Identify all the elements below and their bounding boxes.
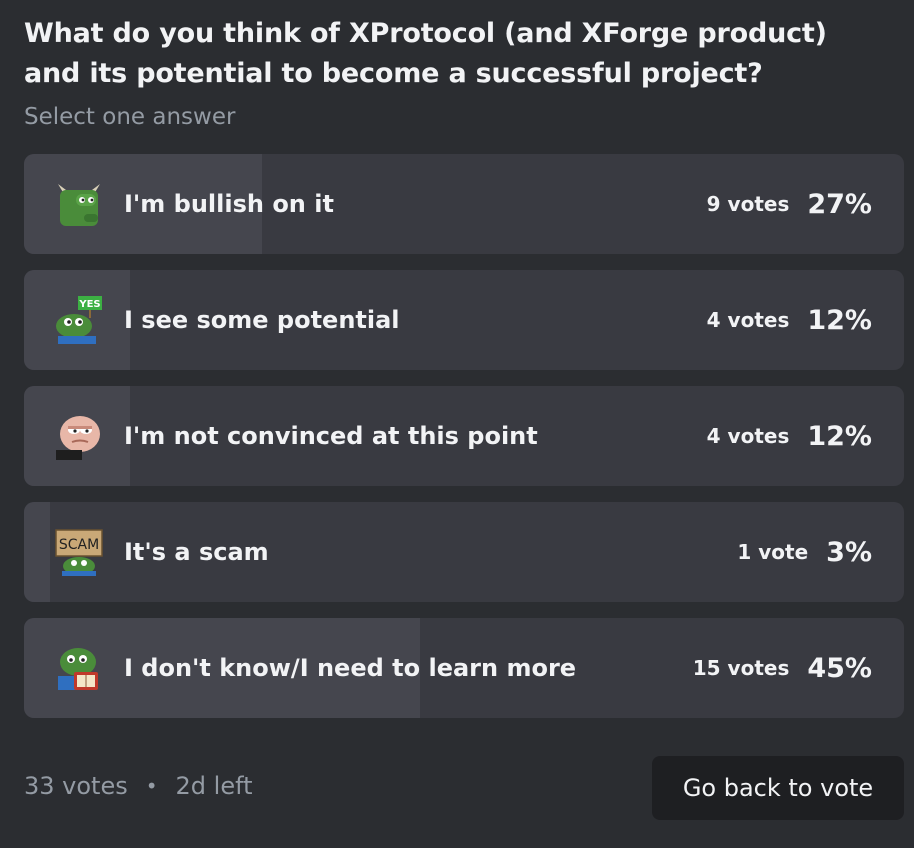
answer-stats: 1 vote 3% bbox=[737, 502, 872, 602]
answer-vote-count: 1 vote bbox=[737, 540, 809, 564]
answer-vote-count: 4 votes bbox=[706, 424, 790, 448]
go-back-to-vote-button[interactable]: Go back to vote bbox=[652, 756, 904, 820]
poll-card: What do you think of XProtocol (and XFor… bbox=[0, 0, 914, 848]
poll-answer-need-to-learn[interactable]: I don't know/I need to learn more 15 vot… bbox=[24, 618, 904, 718]
answer-vote-count: 4 votes bbox=[706, 308, 790, 332]
answer-percent: 27% bbox=[807, 188, 872, 220]
answer-percent: 45% bbox=[807, 652, 872, 684]
answer-vote-count: 9 votes bbox=[706, 192, 790, 216]
answer-stats: 15 votes 45% bbox=[693, 618, 872, 718]
footer-separator: • bbox=[145, 774, 158, 798]
total-votes: 33 votes bbox=[24, 772, 128, 800]
answer-label: I'm not convinced at this point bbox=[124, 422, 538, 450]
answer-vote-count: 15 votes bbox=[692, 656, 790, 680]
time-left: 2d left bbox=[175, 772, 253, 800]
skeptical-pepe-emoji bbox=[56, 416, 100, 460]
poll-answer-bullish[interactable]: I'm bullish on it 9 votes 27% bbox=[24, 154, 904, 254]
answer-stats: 9 votes 27% bbox=[707, 154, 872, 254]
scam-sign-text: SCAM bbox=[59, 537, 99, 553]
pepe-scam-sign-emoji: SCAM bbox=[55, 529, 103, 576]
pepe-yes-sign-emoji: YES bbox=[56, 296, 102, 344]
poll-answer-not-convinced[interactable]: I'm not convinced at this point 4 votes … bbox=[24, 386, 904, 486]
poll-hint: Select one answer bbox=[24, 104, 236, 130]
poll-answers: I'm bullish on it 9 votes 27% YES I see … bbox=[24, 154, 904, 734]
answer-label: I don't know/I need to learn more bbox=[124, 654, 577, 682]
poll-question: What do you think of XProtocol (and XFor… bbox=[24, 18, 827, 89]
answer-percent: 12% bbox=[807, 304, 872, 336]
poll-answer-some-potential[interactable]: YES I see some potential 4 votes 12% bbox=[24, 270, 904, 370]
answer-percent: 3% bbox=[826, 536, 872, 568]
answer-percent: 12% bbox=[807, 420, 872, 452]
poll-footer: 33 votes • 2d left bbox=[24, 772, 253, 800]
answer-result-bar bbox=[24, 502, 51, 602]
answer-label: It's a scam bbox=[124, 538, 269, 566]
yes-sign-text: YES bbox=[78, 299, 100, 310]
poll-answer-scam[interactable]: SCAM It's a scam 1 vote 3% bbox=[24, 502, 904, 602]
pepe-reading-emoji bbox=[58, 648, 98, 690]
answer-stats: 4 votes 12% bbox=[707, 270, 872, 370]
answer-label: I see some potential bbox=[124, 306, 400, 334]
answer-label: I'm bullish on it bbox=[124, 190, 334, 218]
bull-pepe-emoji bbox=[58, 184, 100, 226]
answer-stats: 4 votes 12% bbox=[707, 386, 872, 486]
